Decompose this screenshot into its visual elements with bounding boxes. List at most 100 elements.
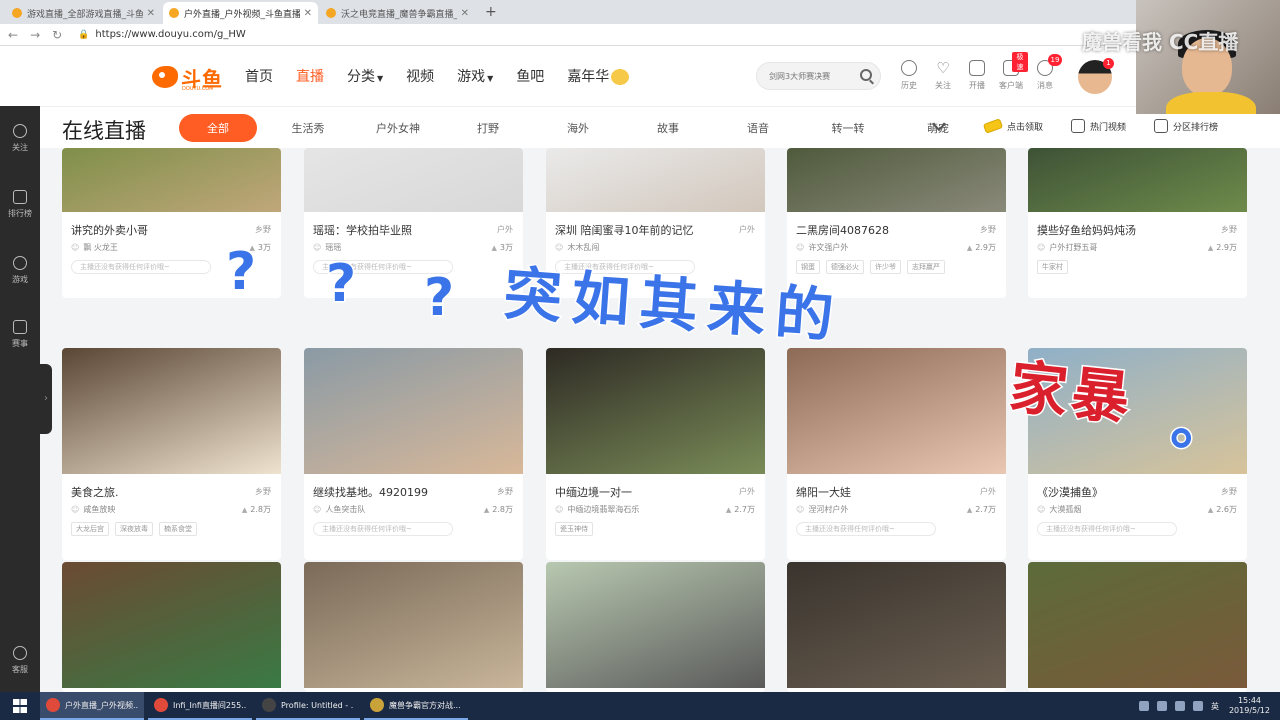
chip-story[interactable]: 故事 [629,114,707,142]
stream-tag[interactable]: 深夜放毒 [115,522,153,536]
headset-icon [13,646,27,660]
browser-tab[interactable]: 沃之电竞直播_魔兽争霸直播_斗鱼 ✕ [320,2,475,24]
stream-thumbnail[interactable] [62,348,281,474]
back-icon[interactable]: ← [8,28,18,42]
stream-tag[interactable]: 牛家村 [1037,260,1068,274]
stream-tag[interactable]: 楠系食堂 [159,522,197,536]
stream-category: 乡野 [255,487,271,496]
taskbar-item-chrome[interactable]: 户外直播_户外视频... [40,692,144,720]
start-stream-button[interactable]: 开播 [960,60,994,91]
forward-icon[interactable]: → [30,28,40,42]
taskbar-item-warcraft[interactable]: 魔兽争霸官方对战... [364,692,468,720]
stream-card[interactable]: 海尔兄弟更新了，荒岛遇难，...户外D...远方户外...入乀...2.5万 [787,562,1006,692]
taskbar-label: Profile: Untitled - ... [281,700,354,710]
browser-tab-active[interactable]: 户外直播_户外视频_斗鱼直播 ✕ [163,2,318,24]
search-icon[interactable] [860,69,872,81]
input-language[interactable]: 英 [1211,701,1219,712]
heat-count: 2.7万 [726,504,755,515]
network-icon[interactable] [1174,701,1185,711]
taskbar-item-chrome-2[interactable]: Infi_Infi直播间255... [148,692,252,720]
message-button[interactable]: 19 消息 [1028,54,1062,91]
stream-thumbnail[interactable] [304,348,523,474]
reload-icon[interactable]: ↻ [52,28,62,42]
volume-icon[interactable] [1192,701,1203,711]
nav-category[interactable]: 分类 ▼ [347,66,383,86]
review-box[interactable]: 主播还没有获得任何评价哦~ [1037,522,1177,536]
stream-card[interactable]: 中缅边境一对一 户外中缅边境翡翠海石乐 2.7万瓷玉神侍 [546,348,765,560]
start-button[interactable] [0,692,40,720]
stream-tag[interactable]: 瓷玉神侍 [555,522,593,536]
nav-yuba[interactable]: 鱼吧 [516,66,544,86]
close-icon[interactable]: ✕ [461,8,469,19]
client-button[interactable]: 极速 客户端 [994,52,1028,91]
review-box[interactable]: 主播还没有获得任何评价哦~ [71,260,211,274]
ranking-button[interactable]: 分区排行榜 [1154,119,1218,133]
search-input[interactable] [757,63,852,89]
close-icon[interactable]: ✕ [304,8,312,19]
caption-overlay-end: 。 [1168,388,1229,459]
chip-wild[interactable]: 打野 [449,114,527,142]
history-button[interactable]: 历史 [892,60,926,91]
stream-card[interactable]: 中缅欢乐购，带您捡大漏!户外中缅边境欢乐购2.6万 [62,562,281,692]
fish-logo-icon [152,66,178,88]
stream-thumbnail[interactable] [1028,562,1247,688]
lock-icon[interactable]: 🔒 [78,30,89,40]
heat-count: 2.9万 [967,242,996,253]
chip-spin[interactable]: 转一转 [809,114,887,142]
taskbar-item-obs[interactable]: Profile: Untitled - ... [256,692,360,720]
stream-thumbnail[interactable] [787,562,1006,688]
claim-button[interactable]: 点击领取 [982,118,1043,134]
stream-thumbnail[interactable] [546,348,765,474]
nav-carnival[interactable]: 嘉年华 [567,66,630,86]
stream-thumbnail[interactable] [787,348,1006,474]
chip-lifestyle[interactable]: 生活秀 [269,114,347,142]
sidebar-collapse-handle[interactable]: › [40,364,52,434]
close-icon[interactable]: ✕ [147,8,155,19]
sidebar-item-games[interactable]: 游戏 [0,256,40,285]
stream-thumbnail[interactable] [304,562,523,688]
chip-voice[interactable]: 语音 [719,114,797,142]
system-clock[interactable]: 15:44 2019/5/12 [1229,696,1270,716]
nav-video[interactable]: 视频 [406,66,434,86]
chip-all[interactable]: 全部 [179,114,257,142]
user-avatar[interactable]: 1 [1078,58,1114,94]
stream-title: 摸些好鱼给妈妈炖汤 [1037,224,1136,237]
sidebar-item-ranking[interactable]: 排行榜 [0,190,40,219]
new-tab-button[interactable]: + [477,4,505,24]
stream-thumbnail[interactable] [1028,148,1247,212]
sidebar-item-follow[interactable]: 关注 [0,124,40,153]
nav-live[interactable]: 直播 [296,66,324,86]
nav-home[interactable]: 首页 [245,66,273,86]
stream-card[interactable]: 24小时不停播，就为了让您有...乡野同学你叫口水了2.5万 [1028,562,1247,692]
browser-tab[interactable]: 游戏直播_全部游戏直播_斗鱼直播 ✕ [6,2,161,24]
url-field[interactable]: https://www.douyu.com/g_HW [95,29,245,40]
sidebar-item-service[interactable]: 客服 [0,646,40,675]
stream-tag[interactable]: 志拜赢严 [907,260,945,274]
douyu-logo[interactable]: 斗鱼 DOUYU.COM [152,64,223,92]
stream-thumbnail[interactable] [62,148,281,212]
stream-thumbnail[interactable] [546,148,765,212]
stream-category: 户外 [739,487,755,496]
sidebar-item-events[interactable]: 赛事 [0,320,40,349]
stream-card[interactable]: 绵阳一大娃 户外涅河村户外 2.7万主播还没有获得任何评价哦~ [787,348,1006,560]
tray-app-icon[interactable] [1156,701,1167,711]
chip-overseas[interactable]: 海外 [539,114,617,142]
stream-card[interactable]: 【瘋徒出征母親節特輯】第4天户外阿春疯人院院长2.5万 [546,562,765,692]
nav-games[interactable]: 游戏 ▼ [457,66,493,86]
review-box[interactable]: 主播还没有获得任何评价哦~ [796,522,936,536]
review-box[interactable]: 主播还没有获得任何评价哦~ [313,522,453,536]
stream-thumbnail[interactable] [304,148,523,212]
stream-card[interactable]: 喵放送🌕喵呜~户外喵放送2.5万 [304,562,523,692]
stream-card[interactable]: 继续找基地。4920199 乡野人鱼突击队 2.8万主播还没有获得任何评价哦~ [304,348,523,560]
follow-button[interactable]: ♡ 关注 [926,60,960,91]
stream-thumbnail[interactable] [546,562,765,688]
stream-tag[interactable]: 许少爷 [870,260,901,274]
stream-card[interactable]: 摸些好鱼给妈妈炖汤 乡野户外打野五哥 2.9万牛家村 [1028,148,1247,298]
stream-thumbnail[interactable] [62,562,281,688]
stream-tag[interactable]: 大龙后宫 [71,522,109,536]
stream-card[interactable]: 美食之旅. 乡野咸鱼放映 2.8万大龙后宫深夜放毒楠系食堂 [62,348,281,560]
stream-thumbnail[interactable] [787,148,1006,212]
chip-outdoor-goddess[interactable]: 户外女神 [359,114,437,142]
tray-app-icon[interactable] [1138,701,1149,711]
hot-video-button[interactable]: 热门视频 [1071,119,1126,133]
